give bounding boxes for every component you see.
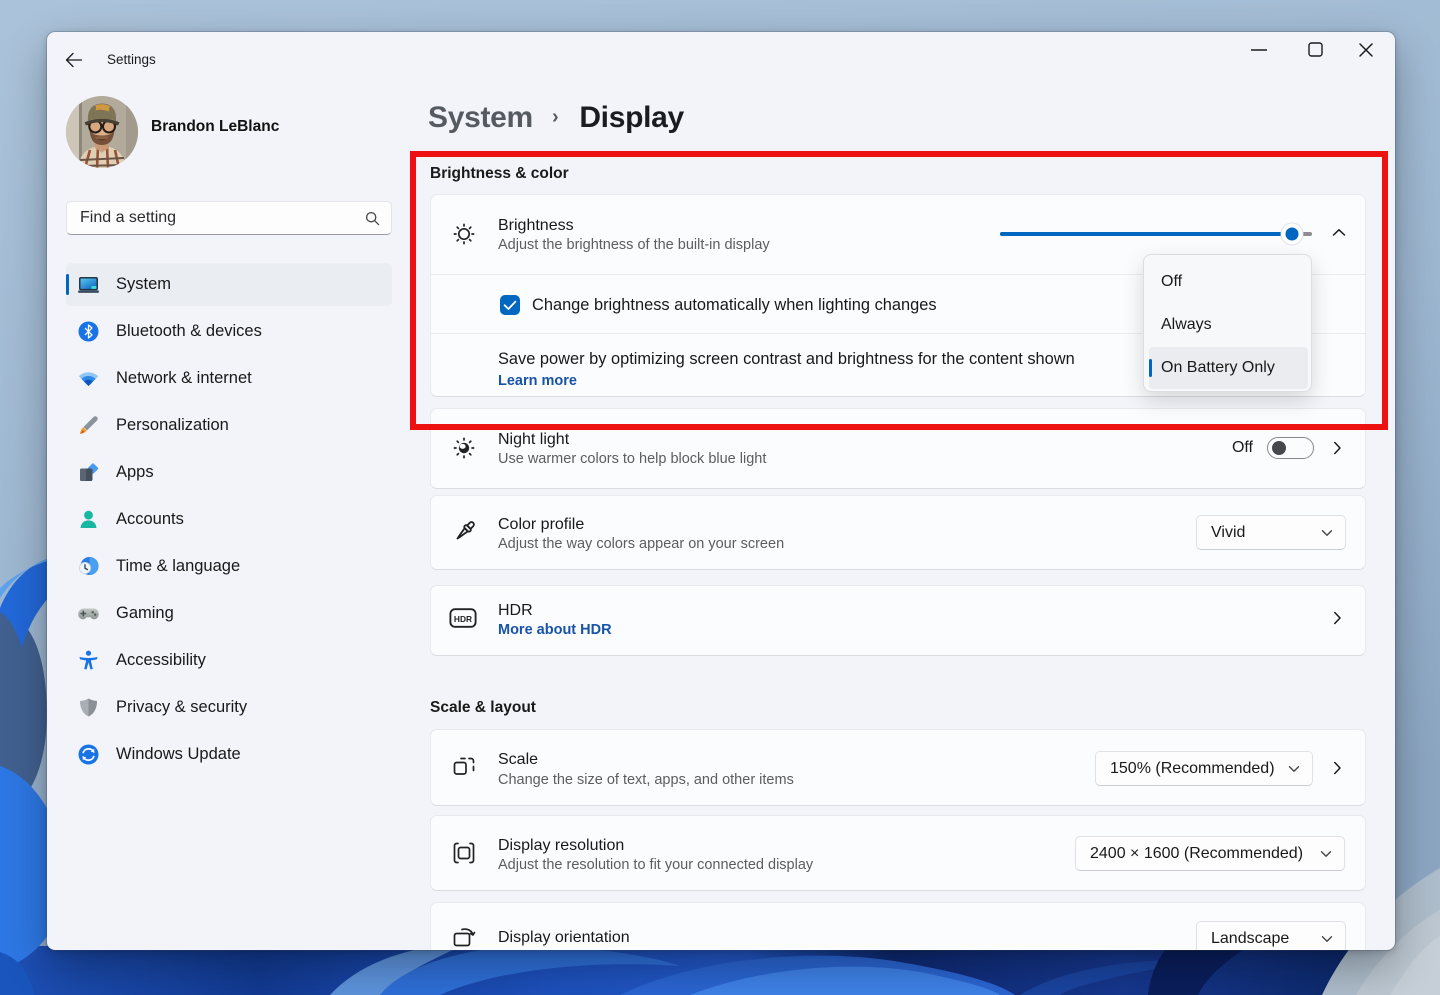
- svg-text:HDR: HDR: [454, 614, 472, 624]
